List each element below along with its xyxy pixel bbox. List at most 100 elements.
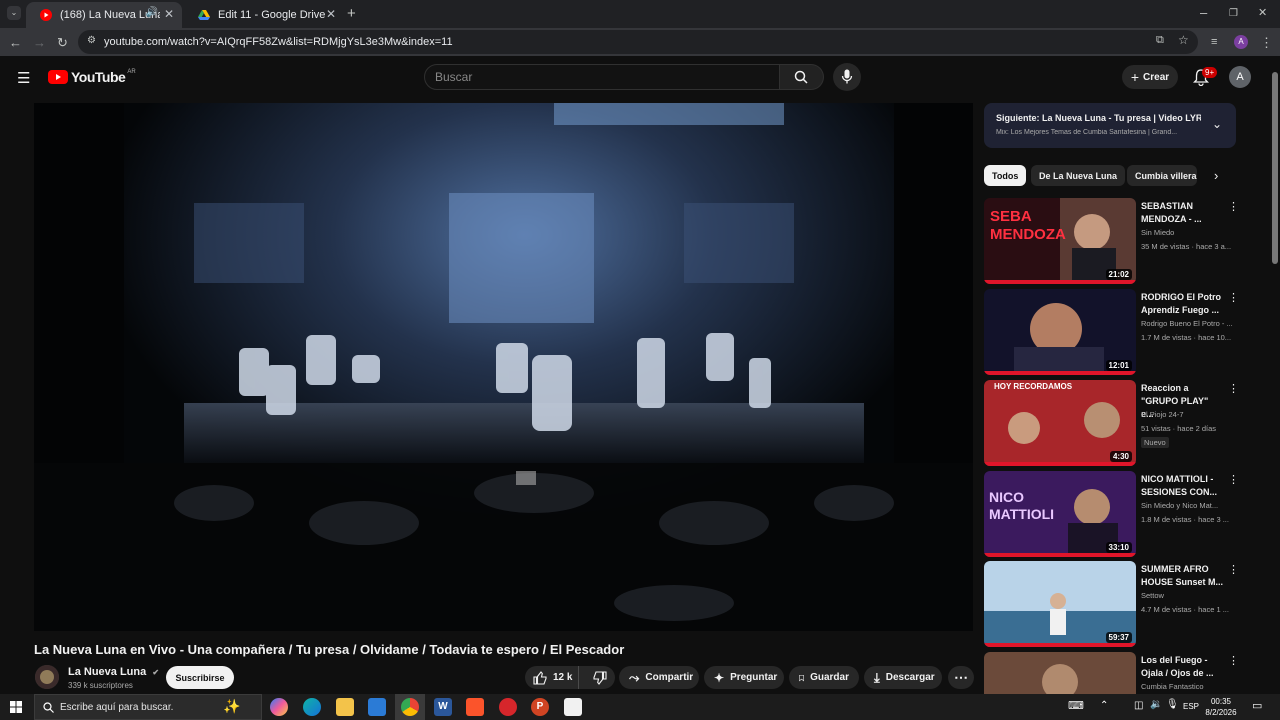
search-box[interactable] [424,64,780,90]
search-icon [794,70,808,84]
network-icon[interactable]: ◫ [1134,700,1143,711]
rec-title: NICO MATTIOLI - SESIONES CON... [1141,474,1218,497]
install-app-icon[interactable]: ⧉ [1156,34,1164,47]
channel-name-text: La Nueva Luna [68,666,147,678]
video-thumbnail[interactable] [984,652,1136,694]
like-button[interactable]: 12 k [525,666,579,689]
search-button[interactable] [780,64,824,90]
tray-chevron-icon[interactable]: ⌃ [1100,700,1108,711]
recommendation-item[interactable]: 12:01 RODRIGO El Potro Aprendiz Fuego ..… [984,289,1239,375]
account-avatar[interactable]: A [1229,66,1251,88]
volume-icon[interactable]: 🔉 [1150,699,1162,710]
more-options-icon[interactable]: ⋮ [1228,200,1239,213]
address-bar[interactable]: ⚙ youtube.com/watch?v=AIQrqFF58Zw&list=R… [78,30,1198,54]
chip-cumbia-villera[interactable]: Cumbia villera [1127,165,1197,186]
download-label: Descargar [885,672,935,683]
word-app-icon[interactable]: W [434,698,452,716]
video-thumbnail[interactable]: SEBA MENDOZA 21:02 [984,198,1136,284]
back-icon[interactable]: ← [9,36,22,49]
video-player[interactable] [34,103,973,631]
search-icon [43,702,54,713]
close-window-icon[interactable]: ✕ [1258,7,1267,20]
ask-label: Preguntar [730,672,778,683]
thumbnail-text: HOY RECORDAMOS [994,382,1073,391]
save-button[interactable]: Guardar [789,666,859,689]
channel-avatar[interactable] [35,665,59,689]
edge-app-icon[interactable] [303,698,321,716]
mail-app-icon[interactable] [368,698,386,716]
rec-meta: 4.7 M de vistas · hace 1 ... [1141,605,1229,614]
file-explorer-app-icon[interactable] [336,698,354,716]
tab-audio-icon[interactable]: 🔊 [146,7,158,18]
language-indicator[interactable]: ESP [1183,702,1199,711]
search-input[interactable] [425,65,779,89]
dislike-button[interactable] [585,666,607,689]
brave-app-icon[interactable] [466,698,484,716]
tab-close-icon[interactable]: ✕ [164,7,174,21]
powerpoint-app-icon[interactable]: P [531,698,549,716]
minimize-icon[interactable]: – [1200,6,1207,19]
site-info-icon[interactable]: ⚙ [87,35,96,46]
tab-close-icon[interactable]: ✕ [326,7,336,21]
media-control-icon[interactable]: ≡ [1211,36,1217,49]
download-button[interactable]: ⤓ Descargar [864,666,942,689]
channel-name[interactable]: La Nueva Luna ✔ [68,666,159,678]
browser-menu-icon[interactable]: ⋮ [1260,36,1273,49]
create-button[interactable]: + Crear [1122,65,1178,89]
new-tab-icon[interactable]: + [347,6,356,21]
ask-button[interactable]: ✦ Preguntar [704,666,784,689]
share-label: Compartir [645,672,694,683]
video-thumbnail[interactable]: 12:01 [984,289,1136,375]
more-options-icon[interactable]: ⋮ [1228,654,1236,667]
reload-icon[interactable]: ↻ [57,36,68,49]
up-next-subtitle: Mix: Los Mejores Temas de Cumbia Santafe… [996,129,1178,136]
recommendation-item[interactable]: SEBA MENDOZA 21:02 SEBASTIAN MENDOZA - .… [984,198,1239,284]
recommendation-item[interactable]: Los del Fuego - Ojala / Ojos de ... Cumb… [984,652,1236,694]
video-thumbnail[interactable]: NICO MATTIOLI 33:10 [984,471,1136,557]
microphone-tray-icon[interactable]: 🎙 [1166,699,1179,710]
video-thumbnail[interactable]: 59:37 [984,561,1136,647]
thumbnail-text: SEBA MENDOZA [990,208,1066,243]
thumbs-down-icon [593,670,607,685]
youtube-logo[interactable]: YouTube AR [48,69,136,85]
region-code: AR [127,69,136,75]
recorder-app-icon[interactable] [499,698,517,716]
notification-center-icon[interactable]: ▭ [1252,699,1262,712]
more-actions-button[interactable]: ⋯ [948,666,974,689]
chip-todos[interactable]: Todos [984,165,1027,186]
chevron-right-icon[interactable]: › [1214,168,1218,183]
recommendation-item[interactable]: NICO MATTIOLI 33:10 NICO MATTIOLI - SESI… [984,471,1239,557]
voice-search-button[interactable] [833,63,861,91]
chip-de-la-nueva-luna[interactable]: De La Nueva Luna [1031,165,1126,186]
browser-tab-bar: ⌄ (168) La Nueva Luna en Viv 🔊 ✕ Edit 11… [0,0,1280,28]
system-clock[interactable]: 00:35 8/2/2026 [1200,696,1242,718]
chevron-down-icon[interactable]: ⌄ [1212,117,1222,131]
share-button[interactable]: ⤳ Compartir [619,666,699,689]
bookmark-star-icon[interactable]: ☆ [1178,33,1189,47]
capcut-app-icon[interactable] [564,698,582,716]
keyboard-icon[interactable]: ⌨ [1068,699,1084,712]
more-options-icon[interactable]: ⋮ [1228,563,1239,576]
windows-start-icon[interactable] [10,701,22,713]
tab-youtube[interactable]: (168) La Nueva Luna en Viv 🔊 ✕ [26,2,182,28]
subscribe-button[interactable]: Suscribirse [166,666,234,689]
scrollbar-thumb[interactable] [1272,72,1278,264]
youtube-favicon-icon [40,9,52,21]
recommendation-item[interactable]: 59:37 SUMMER AFRO HOUSE Sunset M... Sett… [984,561,1239,647]
video-thumbnail[interactable]: HOY RECORDAMOS 4:30 [984,380,1136,466]
forward-icon[interactable]: → [33,36,46,49]
more-options-icon[interactable]: ⋮ [1228,291,1239,304]
chrome-app-icon[interactable] [401,698,419,716]
hamburger-menu-icon[interactable]: ☰ [17,69,30,87]
recommendation-item[interactable]: HOY RECORDAMOS 4:30 Reaccion a "GRUPO PL… [984,380,1239,466]
tab-search-icon[interactable]: ⌄ [7,6,21,20]
maximize-icon[interactable]: ❐ [1229,7,1238,20]
more-options-icon[interactable]: ⋮ [1228,473,1239,486]
taskbar-search[interactable]: Escribe aquí para buscar. ✨ [34,694,262,720]
thumbs-up-icon [533,670,547,685]
profile-avatar[interactable]: A [1234,35,1248,49]
copilot-app-icon[interactable] [270,698,288,716]
up-next-card[interactable]: Siguiente: La Nueva Luna - Tu presa | Vi… [984,103,1236,148]
tab-google-drive[interactable]: Edit 11 - Google Drive ✕ [184,2,344,28]
more-options-icon[interactable]: ⋮ [1228,382,1239,395]
